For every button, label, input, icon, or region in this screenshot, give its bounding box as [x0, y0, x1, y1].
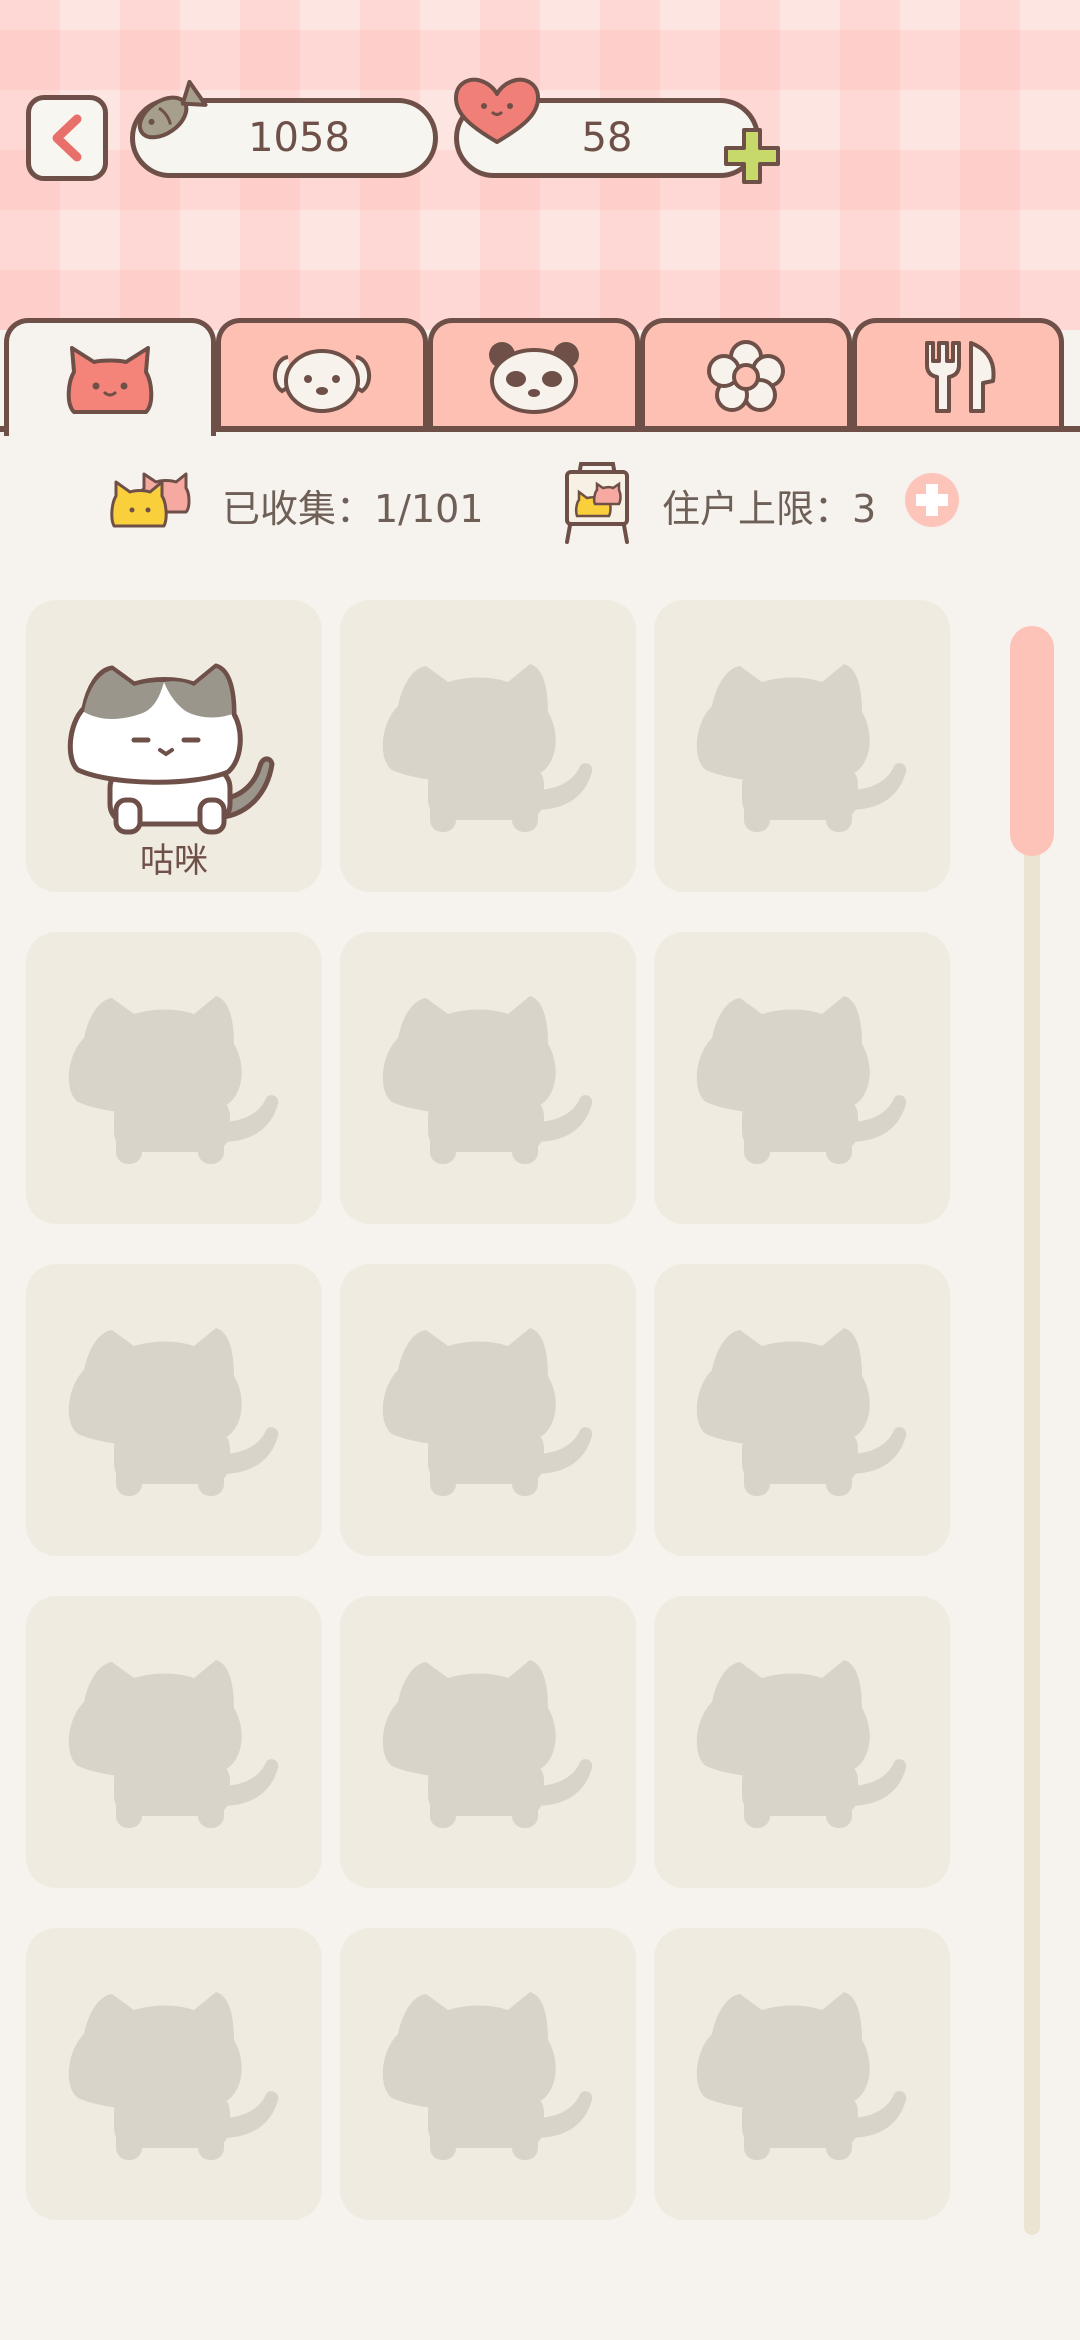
locked-cat-silhouette-icon — [382, 1328, 593, 1496]
cat-card-locked[interactable] — [654, 1264, 950, 1556]
cat-name: 咕咪 — [140, 841, 208, 881]
tab-flowers[interactable] — [640, 318, 852, 430]
scrollbar-track[interactable] — [1024, 640, 1040, 2235]
locked-cat-silhouette-icon — [696, 996, 907, 1164]
increase-limit-button[interactable] — [904, 472, 960, 528]
locked-cat-silhouette-icon — [696, 1660, 907, 1828]
cat-card-locked[interactable] — [654, 1596, 950, 1888]
resident-limit: 住户上限：3 — [662, 487, 877, 531]
cat-guzmi-icon — [67, 663, 275, 835]
fish-count: 1058 — [248, 115, 350, 161]
cat-card-locked[interactable] — [340, 932, 636, 1224]
cat-card-locked[interactable] — [340, 1928, 636, 2220]
cat-card-locked[interactable] — [26, 932, 322, 1224]
cat-card-locked[interactable] — [340, 1264, 636, 1556]
cat-face-icon — [66, 345, 154, 414]
back-button[interactable] — [26, 95, 108, 181]
cat-card-locked[interactable] — [654, 932, 950, 1224]
locked-cat-silhouette-icon — [696, 664, 907, 832]
heart-count: 58 — [581, 115, 633, 161]
cat-card-locked[interactable] — [340, 1596, 636, 1888]
cat-card-locked[interactable] — [26, 1264, 322, 1556]
collection-stats: 已收集：1/101 住户上限：3 — [0, 450, 1080, 550]
locked-cat-silhouette-icon — [68, 1328, 279, 1496]
top-bar: 1058 58 — [0, 0, 1080, 330]
locked-cat-silhouette-icon — [68, 1660, 279, 1828]
panda-face-icon — [489, 341, 579, 414]
tab-dogs[interactable] — [216, 318, 428, 430]
scrollbar-thumb[interactable] — [1010, 626, 1054, 856]
locked-cat-silhouette-icon — [68, 1992, 279, 2160]
add-hearts-button[interactable] — [720, 124, 784, 188]
locked-cat-silhouette-icon — [696, 1992, 907, 2160]
heart-icon — [454, 77, 540, 144]
locked-cat-silhouette-icon — [382, 664, 593, 832]
cat-card-locked[interactable] — [26, 1596, 322, 1888]
locked-cat-silhouette-icon — [382, 996, 593, 1164]
category-tabs — [0, 318, 1080, 436]
cat-card-1[interactable]: 咕咪 — [26, 600, 322, 892]
chevron-left-icon — [52, 114, 82, 162]
cat-card-locked[interactable] — [654, 600, 950, 892]
collected-cats-icon — [110, 472, 191, 528]
locked-cat-silhouette-icon — [382, 1660, 593, 1828]
cat-card-locked[interactable] — [26, 1928, 322, 2220]
tab-pandas[interactable] — [428, 318, 640, 430]
fork-knife-icon — [925, 340, 996, 413]
cat-card-locked[interactable] — [654, 1928, 950, 2220]
cat-card-locked[interactable] — [340, 600, 636, 892]
collected-count: 已收集：1/101 — [222, 487, 484, 531]
locked-cat-silhouette-icon — [68, 996, 279, 1164]
tab-cats[interactable] — [4, 318, 216, 436]
flower-icon — [707, 339, 785, 412]
dog-face-icon — [272, 348, 372, 413]
sign-board-icon — [565, 462, 629, 544]
fish-icon — [137, 79, 208, 140]
locked-cat-silhouette-icon — [696, 1328, 907, 1496]
locked-cat-silhouette-icon — [382, 1992, 593, 2160]
tab-food[interactable] — [852, 318, 1064, 430]
